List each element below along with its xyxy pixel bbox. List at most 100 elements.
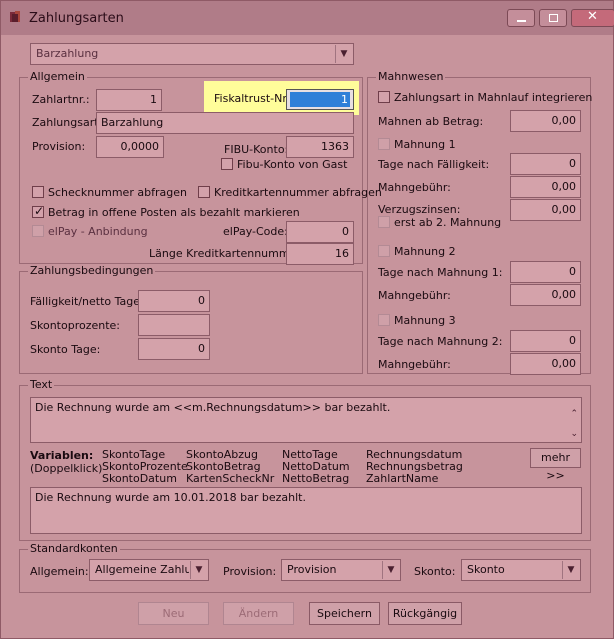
skontoprozente-field[interactable] (138, 314, 210, 336)
fibu-konto-label: FIBU-Konto: (224, 143, 289, 156)
mahnlauf-checkbox[interactable] (378, 91, 390, 103)
maximize-button[interactable] (539, 9, 567, 27)
konto-provision-label: Provision: (223, 565, 277, 578)
dialog-window: Zahlungsarten ✕ Barzahlung ▼ Allgemein Z… (0, 0, 614, 639)
kreditkarte-label: Kreditkartennummer abfragen (214, 186, 382, 199)
aendern-button[interactable]: Ändern (223, 602, 294, 625)
app-icon (10, 11, 20, 22)
zahlungsart-select-value: Barzahlung (36, 47, 99, 60)
mahngebuehr3-field[interactable]: 0,00 (510, 353, 581, 375)
betrag-offene-posten-checkbox[interactable]: ✓ (32, 204, 45, 218)
tage-mahnung2-field[interactable]: 0 (510, 330, 581, 352)
mahnung3-checkbox[interactable] (378, 314, 390, 326)
scroll-up-icon[interactable]: ⌃ (570, 406, 578, 422)
group-zahlungsbedingungen-title: Zahlungsbedingungen (28, 264, 156, 278)
zahlartnr-label: Zahlartnr.: (32, 93, 90, 106)
elpay-checkbox[interactable] (32, 225, 44, 237)
title-bar[interactable]: Zahlungsarten ✕ (1, 1, 614, 35)
skonto-tage-label: Skonto Tage: (30, 343, 101, 356)
neu-button[interactable]: Neu (138, 602, 209, 625)
close-button[interactable]: ✕ (571, 9, 614, 27)
chevron-down-icon: ▼ (335, 45, 352, 63)
verzugszinsen-field[interactable]: 0,00 (510, 199, 581, 221)
close-icon: ✕ (587, 9, 598, 24)
group-mahnwesen-title: Mahnwesen (376, 70, 446, 84)
group-allgemein-title: Allgemein (28, 70, 87, 84)
konto-provision-select[interactable]: Provision ▼ (281, 559, 401, 581)
variable-item[interactable]: ZahlartName (366, 473, 438, 485)
text-preview-content: Die Rechnung wurde am 10.01.2018 bar bez… (35, 491, 306, 504)
rueckgaengig-button[interactable]: Rückgängig (388, 602, 462, 625)
skonto-tage-field[interactable]: 0 (138, 338, 210, 360)
mahnung2-label: Mahnung 2 (394, 245, 456, 258)
tage-faelligkeit-field[interactable]: 0 (510, 153, 581, 175)
mehr-button[interactable]: mehr >> (530, 448, 581, 482)
mahnung1-label: Mahnung 1 (394, 138, 456, 151)
fiskaltrust-label: Fiskaltrust-Nr.: (214, 92, 294, 105)
mahnen-ab-field[interactable]: 0,00 (510, 110, 581, 132)
speichern-button-label: Speichern (317, 607, 372, 620)
fiskaltrust-field[interactable]: 1 (286, 89, 354, 110)
konto-skonto-value: Skonto (467, 563, 505, 576)
skontoprozente-label: Skontoprozente: (30, 319, 120, 332)
rueckgaengig-button-label: Rückgängig (392, 607, 458, 620)
provision-label: Provision: (32, 140, 86, 153)
mahngebuehr2-field[interactable]: 0,00 (510, 284, 581, 306)
variable-item[interactable]: NettoBetrag (282, 473, 349, 485)
scroll-down-icon[interactable]: ⌄ (570, 426, 578, 442)
tage-mahnung2-label: Tage nach Mahnung 2: (378, 335, 503, 348)
erst-ab-2-mahnung-label: erst ab 2. Mahnung (394, 216, 502, 229)
elpay-code-field[interactable]: 0 (286, 221, 354, 243)
erst-ab-2-mahnung-checkbox[interactable] (378, 216, 390, 228)
variablen-label: Variablen: (30, 449, 94, 462)
betrag-offene-posten-label: Betrag in offene Posten als bezahlt mark… (48, 206, 300, 219)
fibu-gast-label: Fibu-Konto von Gast (237, 158, 348, 171)
fiskaltrust-value: 1 (290, 92, 350, 107)
fibu-gast-checkbox[interactable] (221, 158, 233, 170)
laenge-kreditkarte-field[interactable]: 16 (286, 243, 354, 265)
group-standardkonten-title: Standardkonten (28, 542, 120, 556)
kreditkarte-checkbox[interactable] (198, 186, 210, 198)
aendern-button-label: Ändern (238, 607, 279, 620)
group-text-title: Text (28, 378, 55, 392)
konto-allgemein-label: Allgemein: (30, 565, 89, 578)
konto-skonto-label: Skonto: (414, 565, 456, 578)
speichern-button[interactable]: Speichern (309, 602, 380, 625)
tage-faelligkeit-label: Tage nach Fälligkeit: (378, 158, 490, 171)
mahngebuehr3-label: Mahngebühr: (378, 358, 451, 371)
fibu-konto-field[interactable]: 1363 (286, 136, 354, 158)
provision-field[interactable]: 0,0000 (96, 136, 164, 158)
schecknummer-checkbox[interactable] (32, 186, 44, 198)
zahlartnr-field[interactable]: 1 (96, 89, 162, 111)
chevron-down-icon: ▼ (382, 561, 399, 579)
variable-item[interactable]: KartenScheckNr (186, 473, 274, 485)
maximize-icon (549, 14, 558, 22)
laenge-kreditkarte-label: Länge Kreditkartennummer: (149, 247, 305, 260)
neu-button-label: Neu (162, 607, 185, 620)
zahlungsart-select[interactable]: Barzahlung ▼ (30, 43, 354, 65)
zahlungsart-label: Zahlungsart: (32, 116, 103, 129)
variable-item[interactable]: SkontoDatum (102, 473, 177, 485)
konto-provision-value: Provision (287, 563, 337, 576)
mahnung1-checkbox[interactable] (378, 138, 390, 150)
konto-allgemein-select[interactable]: Allgemeine Zahlung ▼ (89, 559, 209, 581)
konto-skonto-select[interactable]: Skonto ▼ (461, 559, 581, 581)
mahngebuehr1-label: Mahngebühr: (378, 181, 451, 194)
mahnung2-checkbox[interactable] (378, 245, 390, 257)
text-template-area[interactable]: Die Rechnung wurde am <<m.Rechnungsdatum… (30, 397, 582, 443)
mahngebuehr1-field[interactable]: 0,00 (510, 176, 581, 198)
mahnlauf-label: Zahlungsart in Mahnlauf integrieren (394, 91, 593, 104)
text-preview-area: Die Rechnung wurde am 10.01.2018 bar bez… (30, 487, 582, 534)
verzugszinsen-label: Verzugszinsen: (378, 203, 461, 216)
mahnen-ab-label: Mahnen ab Betrag: (378, 115, 484, 128)
chevron-down-icon: ▼ (562, 561, 579, 579)
tage-mahnung1-field[interactable]: 0 (510, 261, 581, 283)
checkmark-icon: ✓ (34, 204, 45, 218)
zahlungsart-field[interactable]: Barzahlung (96, 112, 354, 134)
schecknummer-label: Schecknummer abfragen (48, 186, 187, 199)
elpay-code-label: elPay-Code: (223, 225, 288, 238)
minimize-button[interactable] (507, 9, 535, 27)
faelligkeit-field[interactable]: 0 (138, 290, 210, 312)
konto-allgemein-value: Allgemeine Zahlung (95, 563, 189, 576)
mahnung3-label: Mahnung 3 (394, 314, 456, 327)
